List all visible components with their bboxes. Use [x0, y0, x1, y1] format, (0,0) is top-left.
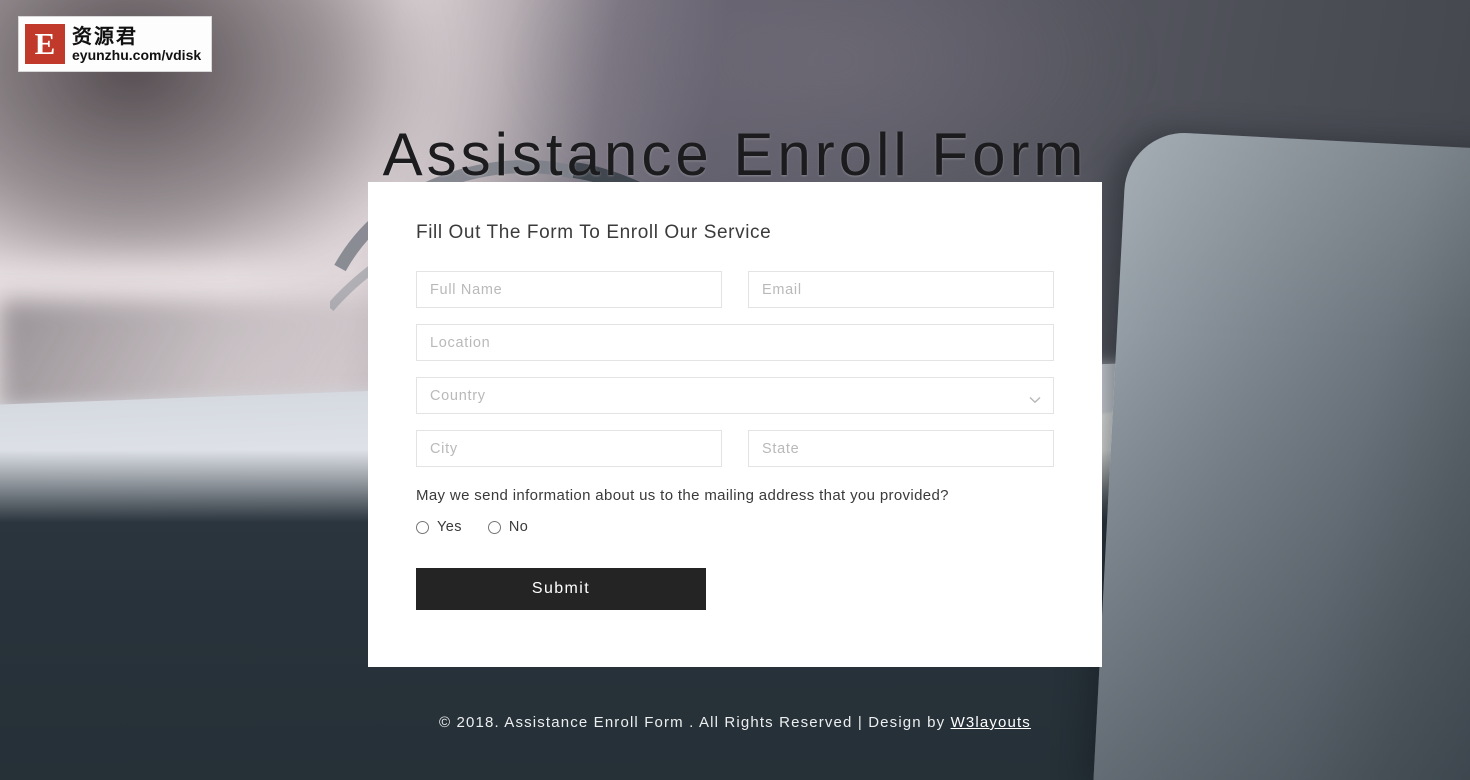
- radio-no-label: No: [508, 519, 529, 535]
- city-input[interactable]: [416, 430, 722, 467]
- country-select[interactable]: Country: [416, 377, 1054, 414]
- logo-chinese-name: 资源君: [72, 24, 138, 48]
- submit-button[interactable]: Submit: [416, 568, 706, 610]
- country-select-wrapper: Country: [416, 377, 1054, 414]
- radio-yes-input[interactable]: [416, 520, 429, 534]
- enroll-form-card: Fill Out The Form To Enroll Our Service …: [368, 182, 1102, 667]
- mailing-consent-question: May we send information about us to the …: [416, 487, 949, 504]
- radio-no-input[interactable]: [487, 520, 501, 534]
- page-content: Assistance Enroll Form Fill Out The Form…: [0, 0, 1470, 780]
- full-name-input[interactable]: [416, 271, 722, 308]
- location-input[interactable]: [416, 324, 1054, 361]
- logo-text-block: 资源君 eyunzhu.com/vdisk: [72, 26, 201, 62]
- radio-option-no[interactable]: No: [487, 519, 529, 535]
- form-heading: Fill Out The Form To Enroll Our Service: [416, 222, 772, 243]
- logo-mark-icon: E: [25, 24, 65, 64]
- footer-text: © 2018. Assistance Enroll Form . All Rig…: [439, 714, 951, 731]
- logo-url: eyunzhu.com/vdisk: [72, 47, 202, 63]
- mailing-consent-radio-group: Yes No: [416, 519, 1054, 535]
- radio-yes-label: Yes: [437, 519, 462, 535]
- page-title: Assistance Enroll Form: [382, 121, 1088, 189]
- footer: © 2018. Assistance Enroll Form . All Rig…: [0, 714, 1470, 731]
- email-input[interactable]: [748, 271, 1054, 308]
- form-row-city-state: [416, 430, 1054, 467]
- radio-option-yes[interactable]: Yes: [416, 519, 462, 535]
- form-row-location: [416, 324, 1054, 361]
- watermark-logo: E 资源君 eyunzhu.com/vdisk: [18, 16, 212, 72]
- state-input[interactable]: [748, 430, 1054, 467]
- footer-designer-link[interactable]: W3layouts: [951, 714, 1031, 731]
- form-row-name-email: [416, 271, 1054, 308]
- page-root: E 资源君 eyunzhu.com/vdisk Assistance Enrol…: [0, 0, 1470, 780]
